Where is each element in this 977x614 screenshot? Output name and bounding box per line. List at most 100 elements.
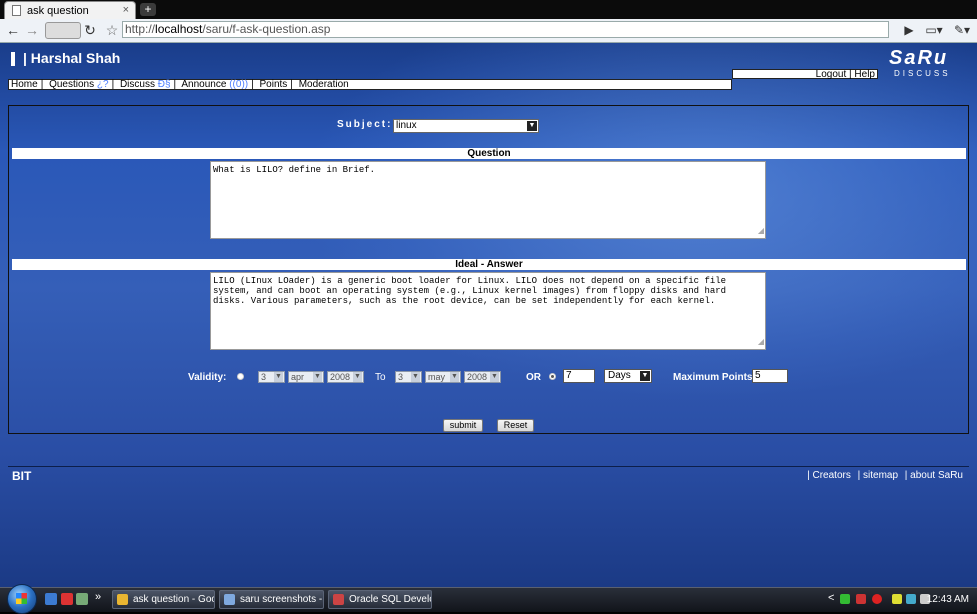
logout-link[interactable]: Logout [816, 69, 847, 80]
to-month-value: may [428, 372, 446, 382]
footer-brand: BIT [12, 469, 32, 483]
nav-separator: | [290, 79, 293, 90]
from-day-value: 3 [261, 372, 267, 382]
chevron-down-icon: ▼ [490, 372, 499, 382]
extension-icon[interactable] [45, 22, 81, 39]
oracle-icon [333, 594, 344, 605]
clock[interactable]: 12:43 AM [927, 594, 969, 605]
help-link[interactable]: Help [854, 69, 875, 80]
browser-tab[interactable]: ask question × [4, 1, 136, 19]
creators-link[interactable]: | Creators [805, 470, 853, 481]
nav-questions[interactable]: Questions [49, 79, 94, 90]
nav-home[interactable]: Home [11, 79, 38, 90]
answer-textarea[interactable]: LILO (LInux LOader) is a generic boot lo… [210, 272, 766, 350]
folder-icon [224, 594, 235, 605]
alert-icon[interactable] [872, 594, 882, 604]
about-link[interactable]: | about SaRu [903, 470, 965, 481]
wrench-icon[interactable]: ✎▾ [950, 22, 974, 38]
to-year-select[interactable]: 2008 ▼ [464, 371, 501, 383]
reload-icon[interactable]: ↻ [82, 22, 98, 38]
header-accent-bar [11, 52, 15, 66]
url-host: localhost [155, 22, 203, 36]
page-menu-icon[interactable]: ▭▾ [922, 22, 946, 38]
validity-label: Validity: [188, 372, 227, 383]
subject-select[interactable]: linux ▼ [393, 119, 539, 133]
chevron-down-icon: ▼ [411, 372, 420, 382]
chrome-icon [117, 594, 128, 605]
chevron-down-icon: ▼ [313, 372, 322, 382]
nav-separator: | [173, 79, 177, 90]
duration-unit-value: Days [608, 370, 631, 381]
resize-grip-icon[interactable]: ◢ [758, 227, 764, 237]
show-desktop-icon[interactable] [45, 593, 57, 605]
validity-range-radio[interactable] [237, 373, 244, 380]
task-screenshots[interactable]: saru screenshots - ... [219, 590, 324, 609]
start-button[interactable] [7, 584, 37, 614]
nav-discuss[interactable]: Discuss [120, 79, 155, 90]
forward-arrow-icon[interactable]: → [24, 22, 40, 38]
question-text: What is LILO? define in Brief. [213, 165, 376, 175]
from-year-value: 2008 [330, 372, 351, 382]
from-month-value: apr [291, 372, 305, 382]
nav-separator: | [251, 79, 254, 90]
windows-logo-icon [16, 593, 27, 604]
url-prefix: http:// [125, 22, 156, 36]
new-tab-button[interactable]: + [140, 3, 156, 16]
url-path: /saru/f-ask-question.asp [202, 22, 331, 36]
reset-button[interactable]: Reset [497, 419, 534, 432]
chevron-down-icon: ▼ [353, 372, 362, 382]
task-chrome[interactable]: ask question - Goog... [112, 590, 215, 609]
quicklaunch-app-icon[interactable] [76, 593, 88, 605]
resize-grip-icon[interactable]: ◢ [758, 338, 764, 348]
to-year-value: 2008 [467, 372, 488, 382]
tray-expand-icon[interactable]: < [828, 592, 834, 604]
question-textarea[interactable]: What is LILO? define in Brief. ◢ [210, 161, 766, 239]
quicklaunch-more-icon[interactable]: » [95, 591, 101, 603]
browser-toolbar: ← → ↻ ☆ http://localhost/saru/f-ask-ques… [0, 19, 977, 43]
or-label: OR [526, 372, 541, 383]
chevron-down-icon: ▼ [450, 372, 459, 382]
nav-announce[interactable]: Announce [181, 79, 226, 90]
submit-button[interactable]: submit [443, 419, 483, 432]
network-icon[interactable] [840, 594, 850, 604]
to-day-select[interactable]: 3 ▼ [395, 371, 422, 383]
auth-links: Logout | Help [732, 69, 878, 80]
mail-icon[interactable] [61, 593, 73, 605]
go-icon[interactable]: ▶ [903, 22, 915, 38]
from-day-select[interactable]: 3 ▼ [258, 371, 285, 383]
max-points-input[interactable]: 5 [752, 369, 788, 383]
display-icon[interactable] [906, 594, 916, 604]
power-icon[interactable] [892, 594, 902, 604]
close-tab-icon[interactable]: × [123, 4, 129, 16]
nav-moderation[interactable]: Moderation [299, 79, 349, 90]
discuss-badge: Ð§ [157, 79, 171, 90]
from-month-select[interactable]: apr ▼ [288, 371, 324, 383]
subject-label: Subject: [337, 119, 393, 130]
tab-title: ask question [27, 5, 89, 17]
windows-taskbar: » ask question - Goog... saru screenshot… [0, 584, 977, 614]
sitemap-link[interactable]: | sitemap [856, 470, 900, 481]
duration-input[interactable]: 7 [563, 369, 595, 383]
star-icon[interactable]: ☆ [104, 22, 120, 38]
from-year-select[interactable]: 2008 ▼ [327, 371, 364, 383]
footer-links: | Creators | sitemap | about SaRu [805, 470, 965, 481]
footer-divider [8, 466, 969, 467]
answer-text: LILO (LInux LOader) is a generic boot lo… [213, 276, 727, 306]
to-month-select[interactable]: may ▼ [425, 371, 461, 383]
task-sql-label: Oracle SQL Developer [349, 594, 431, 605]
chevron-down-icon: ▼ [274, 372, 283, 382]
page-favicon-icon [12, 5, 21, 16]
question-heading: Question [12, 148, 966, 159]
address-bar[interactable]: http://localhost/saru/f-ask-question.asp [122, 21, 889, 38]
task-sql-developer[interactable]: Oracle SQL Developer [328, 590, 432, 609]
subject-value: linux [396, 120, 417, 131]
duration-unit-select[interactable]: Days ▼ [604, 369, 652, 383]
chevron-down-icon: ▼ [640, 371, 650, 381]
validity-duration-radio[interactable] [549, 373, 556, 380]
security-icon[interactable] [856, 594, 866, 604]
nav-separator: | [111, 79, 115, 90]
tab-strip: ask question × + [0, 0, 977, 19]
nav-points[interactable]: Points [260, 79, 288, 90]
back-arrow-icon[interactable]: ← [5, 22, 21, 38]
questions-badge: ¿? [96, 79, 109, 90]
